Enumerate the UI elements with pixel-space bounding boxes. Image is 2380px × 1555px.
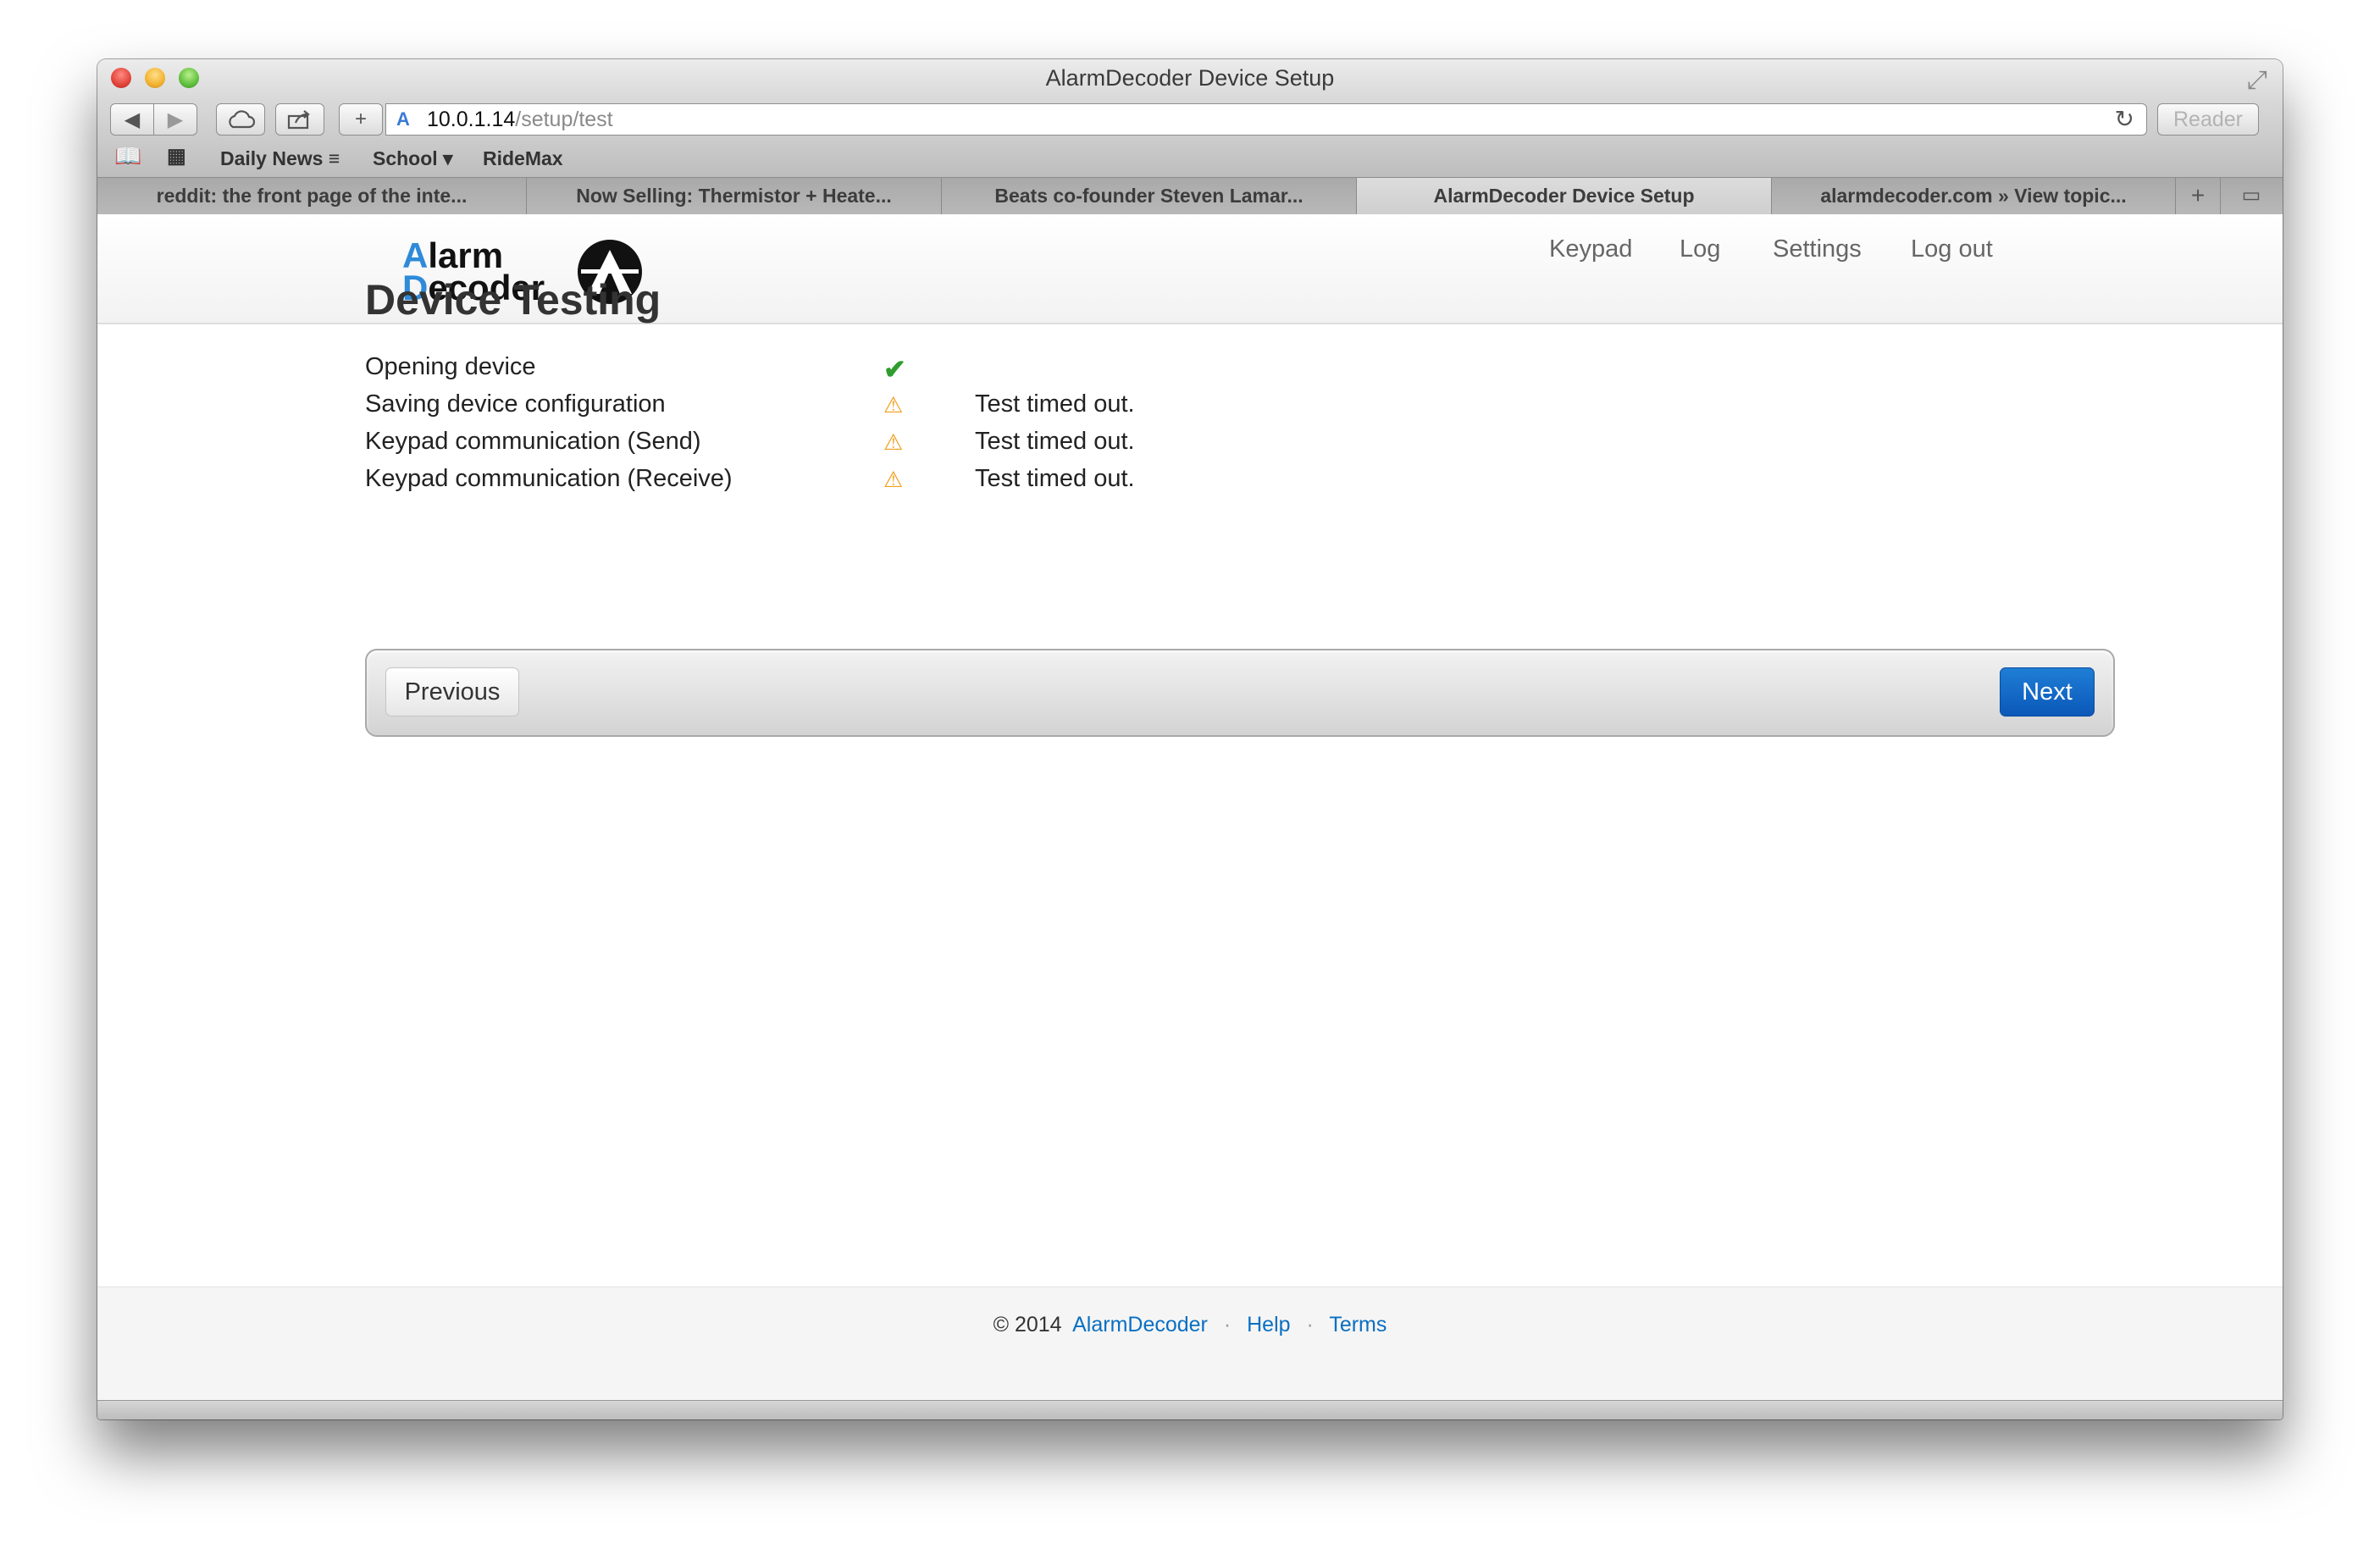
warning-icon: ⚠: [883, 429, 904, 455]
url-host: 10.0.1.14: [427, 108, 516, 131]
url-path: /setup/test: [515, 108, 613, 131]
nav-settings[interactable]: Settings: [1773, 235, 1862, 263]
plus-icon: +: [2190, 182, 2206, 208]
reading-list-icon[interactable]: 📖: [114, 143, 141, 169]
test-name: Keypad communication (Receive): [365, 465, 733, 492]
tab-reddit[interactable]: reddit: the front page of the inte...: [97, 178, 527, 214]
footer-separator: ·: [1223, 1313, 1232, 1336]
web-page: Alarm Decoder Keypad Log Settings Log ou…: [97, 214, 2283, 1400]
back-button[interactable]: ◀: [110, 103, 154, 136]
new-tab-button[interactable]: +: [2176, 178, 2221, 214]
bookmarks-bar: 📖 ▦ Daily News ≡ School ▾ RideMax: [97, 140, 2283, 177]
warning-icon: ⚠: [883, 467, 904, 492]
check-icon: ✔: [883, 354, 906, 385]
page-title: Device Testing: [365, 276, 661, 324]
footer-link-terms[interactable]: Terms: [1329, 1313, 1386, 1336]
test-row: Opening device ✔: [365, 353, 1297, 390]
forward-arrow-icon: ▶: [167, 108, 184, 131]
address-bar[interactable]: A 10.0.1.14/setup/test ↻: [385, 103, 2147, 136]
browser-toolbar: ◀ ▶ + A 10.0.1.14/setup/test ↻ Reader: [97, 99, 2283, 140]
test-name: Opening device: [365, 353, 536, 380]
tab-now-selling[interactable]: Now Selling: Thermistor + Heate...: [527, 178, 942, 214]
cloud-icon: [229, 110, 255, 129]
test-name: Keypad communication (Send): [365, 428, 701, 455]
footer-separator: ·: [1306, 1313, 1314, 1336]
bookmark-school[interactable]: School ▾: [373, 147, 453, 170]
tab-alarmdecoder-setup[interactable]: AlarmDecoder Device Setup: [1357, 178, 1772, 214]
tab-alarmdecoder-forum[interactable]: alarmdecoder.com » View topic...: [1772, 178, 2176, 214]
top-sites-icon[interactable]: ▦: [167, 144, 186, 169]
share-icon: [287, 110, 310, 130]
tab-beats[interactable]: Beats co-founder Steven Lamar...: [942, 178, 1357, 214]
browser-window: AlarmDecoder Device Setup ⤢ ◀ ▶ + A 10.0…: [97, 59, 2283, 1419]
test-message: Test timed out.: [975, 428, 1135, 455]
wizard-button-bar: Previous Next: [365, 649, 2115, 737]
plus-icon: +: [354, 108, 367, 130]
bookmark-ridemax[interactable]: RideMax: [483, 147, 563, 170]
test-row: Saving device configuration ⚠ Test timed…: [365, 390, 1297, 428]
warning-icon: ⚠: [883, 392, 904, 418]
test-message: Test timed out.: [975, 465, 1135, 492]
fullscreen-icon[interactable]: ⤢: [2247, 66, 2267, 95]
nav-keypad[interactable]: Keypad: [1549, 235, 1632, 263]
back-arrow-icon: ◀: [124, 108, 141, 131]
tab-overview-icon[interactable]: ▭: [2223, 178, 2279, 214]
title-bar: AlarmDecoder Device Setup ⤢: [97, 59, 2283, 99]
icloud-tabs-button[interactable]: [216, 103, 265, 136]
site-icon: A: [396, 108, 410, 130]
site-footer: © 2014 AlarmDecoder · Help · Terms: [97, 1287, 2283, 1400]
test-row: Keypad communication (Send) ⚠ Test timed…: [365, 428, 1297, 465]
test-name: Saving device configuration: [365, 390, 666, 418]
window-title: AlarmDecoder Device Setup: [1045, 65, 1335, 91]
footer-link-alarmdecoder[interactable]: AlarmDecoder: [1072, 1313, 1208, 1336]
add-bookmark-button[interactable]: +: [339, 103, 383, 136]
bookmark-daily-news[interactable]: Daily News ≡: [220, 147, 340, 170]
previous-button[interactable]: Previous: [385, 667, 519, 717]
window-bottom-edge: [97, 1400, 2283, 1419]
reader-button[interactable]: Reader: [2157, 103, 2259, 136]
forward-button[interactable]: ▶: [153, 103, 197, 136]
footer-link-help[interactable]: Help: [1247, 1313, 1290, 1336]
next-button[interactable]: Next: [2000, 667, 2095, 717]
test-row: Keypad communication (Receive) ⚠ Test ti…: [365, 465, 1297, 502]
footer-copyright: © 2014: [993, 1313, 1062, 1336]
test-message: Test timed out.: [975, 390, 1135, 418]
nav-log-out[interactable]: Log out: [1911, 235, 1993, 263]
share-button[interactable]: [275, 103, 324, 136]
nav-log[interactable]: Log: [1680, 235, 1720, 263]
reload-icon[interactable]: ↻: [2115, 104, 2134, 135]
tab-bar: reddit: the front page of the inte... No…: [97, 177, 2283, 214]
